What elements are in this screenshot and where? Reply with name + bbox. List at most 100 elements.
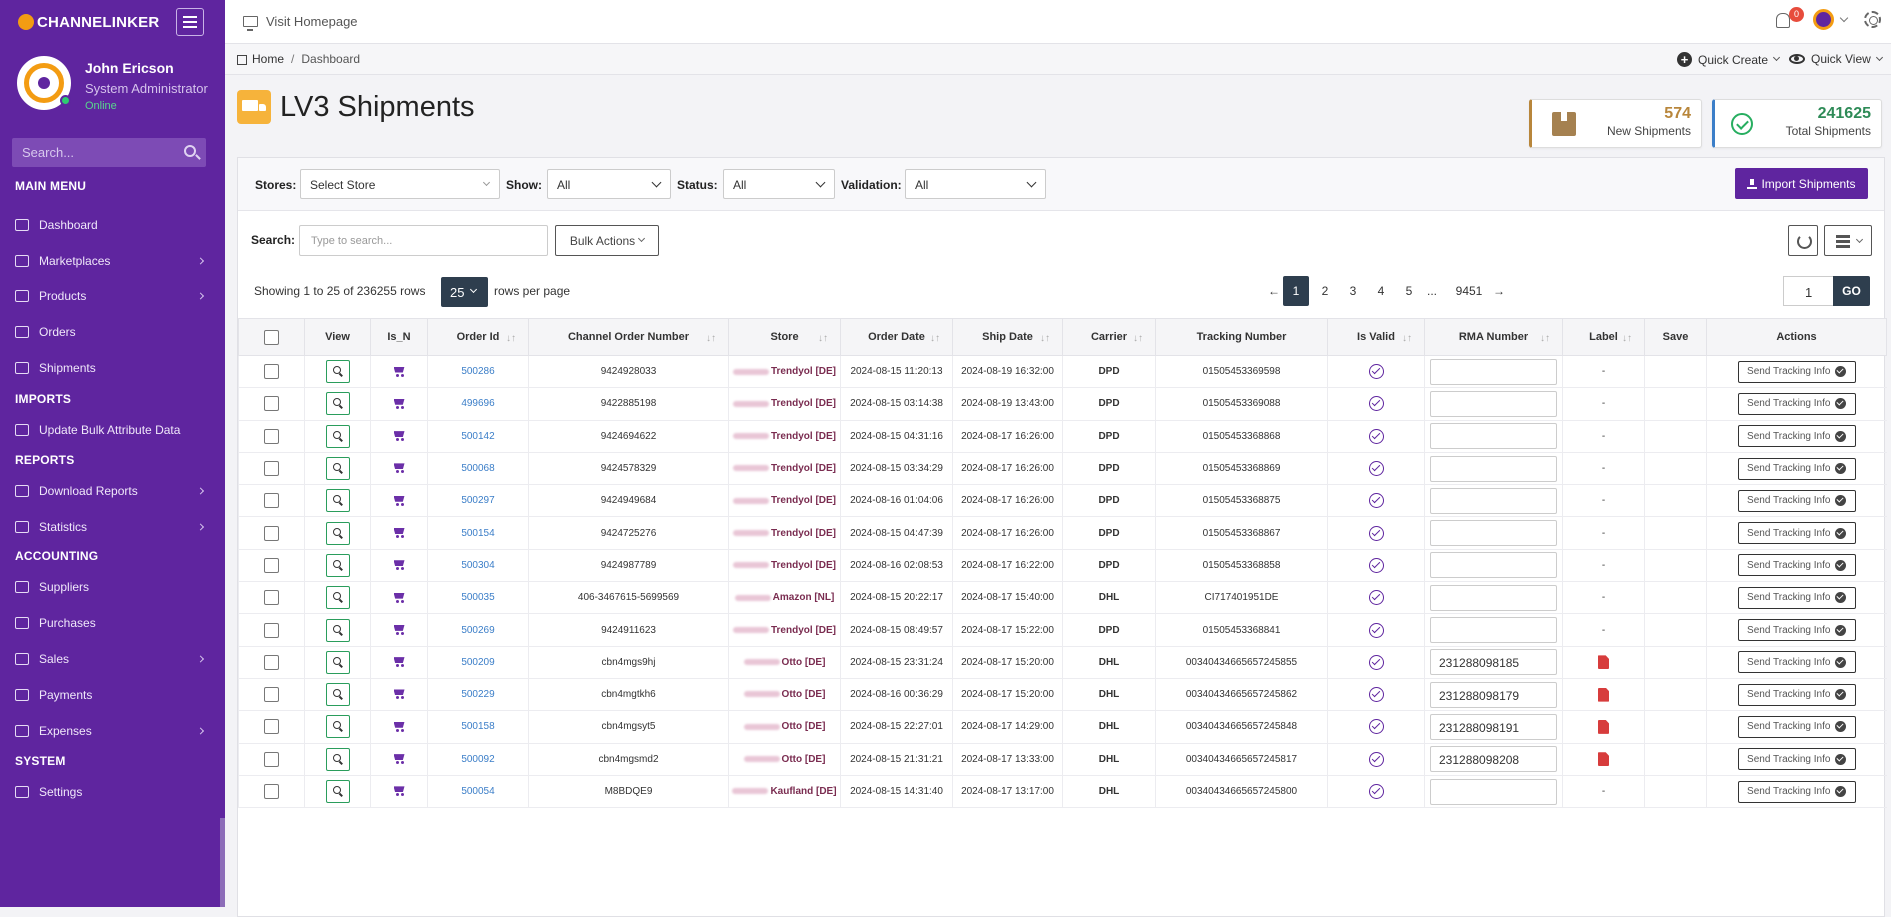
sort-icon[interactable]: ↓↑ (930, 333, 940, 344)
send-tracking-info-button[interactable]: Send Tracking Info (1737, 522, 1856, 545)
send-tracking-info-button[interactable]: Send Tracking Info (1737, 619, 1856, 642)
order-id-link[interactable]: 500092 (461, 754, 494, 765)
stores-select[interactable]: Select Store (300, 169, 500, 199)
view-button[interactable] (325, 392, 350, 416)
gear-icon[interactable] (1864, 11, 1881, 28)
select-all-checkbox[interactable] (264, 329, 279, 345)
rma-number-input[interactable]: 231288098185 (1430, 649, 1557, 676)
view-button[interactable] (325, 457, 350, 481)
avatar[interactable] (17, 56, 71, 110)
sidebar-search-input[interactable]: Search... (12, 138, 206, 167)
sidebar-item-download-reports[interactable]: Download Reports (0, 481, 225, 501)
validation-select[interactable]: All (905, 169, 1046, 199)
page-button[interactable]: 4 (1368, 276, 1394, 306)
column-header-label[interactable]: Label ↓↑ (1562, 318, 1645, 356)
view-button[interactable] (325, 586, 350, 610)
pdf-icon[interactable] (1598, 752, 1609, 767)
column-header-rma-number[interactable]: RMA Number ↓↑ (1424, 318, 1563, 356)
column-header-carrier[interactable]: Carrier ↓↑ (1062, 318, 1156, 356)
pdf-icon[interactable] (1598, 655, 1609, 670)
sort-icon[interactable]: ↓↑ (1540, 333, 1550, 344)
next-page-button[interactable]: → (1486, 276, 1512, 306)
view-button[interactable] (325, 715, 350, 739)
sidebar-item-purchases[interactable]: Purchases (0, 613, 225, 633)
row-checkbox[interactable] (264, 428, 279, 444)
row-checkbox[interactable] (264, 525, 279, 541)
order-id-link[interactable]: 500035 (461, 592, 494, 603)
rma-number-input[interactable] (1430, 455, 1557, 482)
send-tracking-info-button[interactable]: Send Tracking Info (1737, 360, 1856, 383)
row-checkbox[interactable] (264, 461, 279, 477)
order-id-link[interactable]: 499696 (461, 398, 494, 409)
order-id-link[interactable]: 500142 (461, 431, 494, 442)
order-id-link[interactable]: 500269 (461, 625, 494, 636)
refresh-icon[interactable] (1788, 225, 1818, 256)
send-tracking-info-button[interactable]: Send Tracking Info (1737, 683, 1856, 706)
page-button[interactable]: 3 (1340, 276, 1366, 306)
sort-icon[interactable]: ↓↑ (1622, 333, 1632, 344)
row-checkbox[interactable] (264, 687, 279, 703)
row-checkbox[interactable] (264, 654, 279, 670)
order-id-link[interactable]: 500304 (461, 560, 494, 571)
sidebar-item-marketplaces[interactable]: Marketplaces (0, 251, 225, 271)
column-header-channel-order-number[interactable]: Channel Order Number ↓↑ (528, 318, 729, 356)
sidebar-item-settings[interactable]: Settings (0, 782, 225, 802)
go-button[interactable]: GO (1833, 276, 1870, 306)
sidebar-item-payments[interactable]: Payments (0, 685, 225, 705)
sidebar-item-statistics[interactable]: Statistics (0, 517, 225, 537)
rma-number-input[interactable] (1430, 584, 1557, 611)
breadcrumb-home[interactable]: Home (252, 52, 284, 66)
sort-icon[interactable]: ↓↑ (818, 333, 828, 344)
send-tracking-info-button[interactable]: Send Tracking Info (1737, 715, 1856, 738)
sidebar-item-expenses[interactable]: Expenses (0, 721, 225, 741)
rma-number-input[interactable] (1430, 778, 1557, 805)
view-button[interactable] (325, 650, 350, 674)
order-id-link[interactable]: 500054 (461, 786, 494, 797)
row-checkbox[interactable] (264, 751, 279, 767)
column-header-order-date[interactable]: Order Date ↓↑ (840, 318, 953, 356)
rma-number-input[interactable] (1430, 617, 1557, 644)
row-checkbox[interactable] (264, 364, 279, 380)
view-button[interactable] (325, 424, 350, 448)
new-shipments-card[interactable]: 574 New Shipments (1529, 99, 1702, 148)
search-input[interactable]: Type to search... (299, 225, 548, 256)
row-checkbox[interactable] (264, 557, 279, 573)
view-button[interactable] (325, 747, 350, 771)
row-checkbox[interactable] (264, 590, 279, 606)
user-menu-avatar[interactable] (1813, 9, 1834, 30)
page-button[interactable]: ... (1419, 276, 1445, 306)
send-tracking-info-button[interactable]: Send Tracking Info (1737, 651, 1856, 674)
sidebar-item-products[interactable]: Products (0, 286, 225, 306)
rma-number-input[interactable] (1430, 552, 1557, 579)
send-tracking-info-button[interactable]: Send Tracking Info (1737, 425, 1856, 448)
column-header-is-valid[interactable]: Is Valid ↓↑ (1327, 318, 1425, 356)
view-button[interactable] (325, 618, 350, 642)
order-id-link[interactable]: 500068 (461, 463, 494, 474)
view-button[interactable] (325, 683, 350, 707)
sidebar-item-orders[interactable]: Orders (0, 322, 225, 342)
total-shipments-card[interactable]: 241625 Total Shipments (1712, 99, 1882, 148)
order-id-link[interactable]: 500286 (461, 366, 494, 377)
view-button[interactable] (325, 489, 350, 513)
row-checkbox[interactable] (264, 719, 279, 735)
order-id-link[interactable]: 500209 (461, 657, 494, 668)
sort-icon[interactable]: ↓↑ (1133, 333, 1143, 344)
sort-icon[interactable]: ↓↑ (1040, 333, 1050, 344)
sidebar-item-shipments[interactable]: Shipments (0, 358, 225, 378)
order-id-link[interactable]: 500229 (461, 689, 494, 700)
rma-number-input[interactable] (1430, 423, 1557, 450)
row-checkbox[interactable] (264, 493, 279, 509)
column-view-button[interactable] (1824, 225, 1872, 256)
view-button[interactable] (325, 521, 350, 545)
show-select[interactable]: All (547, 169, 671, 199)
sort-icon[interactable]: ↓↑ (506, 333, 516, 344)
view-button[interactable] (325, 553, 350, 577)
rma-number-input[interactable] (1430, 390, 1557, 417)
import-shipments-button[interactable]: Import Shipments (1735, 168, 1868, 199)
column-header-ship-date[interactable]: Ship Date ↓↑ (952, 318, 1063, 356)
rma-number-input[interactable] (1430, 520, 1557, 547)
view-button[interactable] (325, 780, 350, 803)
visit-homepage-link[interactable]: Visit Homepage (243, 14, 358, 31)
quick-view-button[interactable]: Quick View (1789, 52, 1883, 66)
send-tracking-info-button[interactable]: Send Tracking Info (1737, 554, 1856, 577)
